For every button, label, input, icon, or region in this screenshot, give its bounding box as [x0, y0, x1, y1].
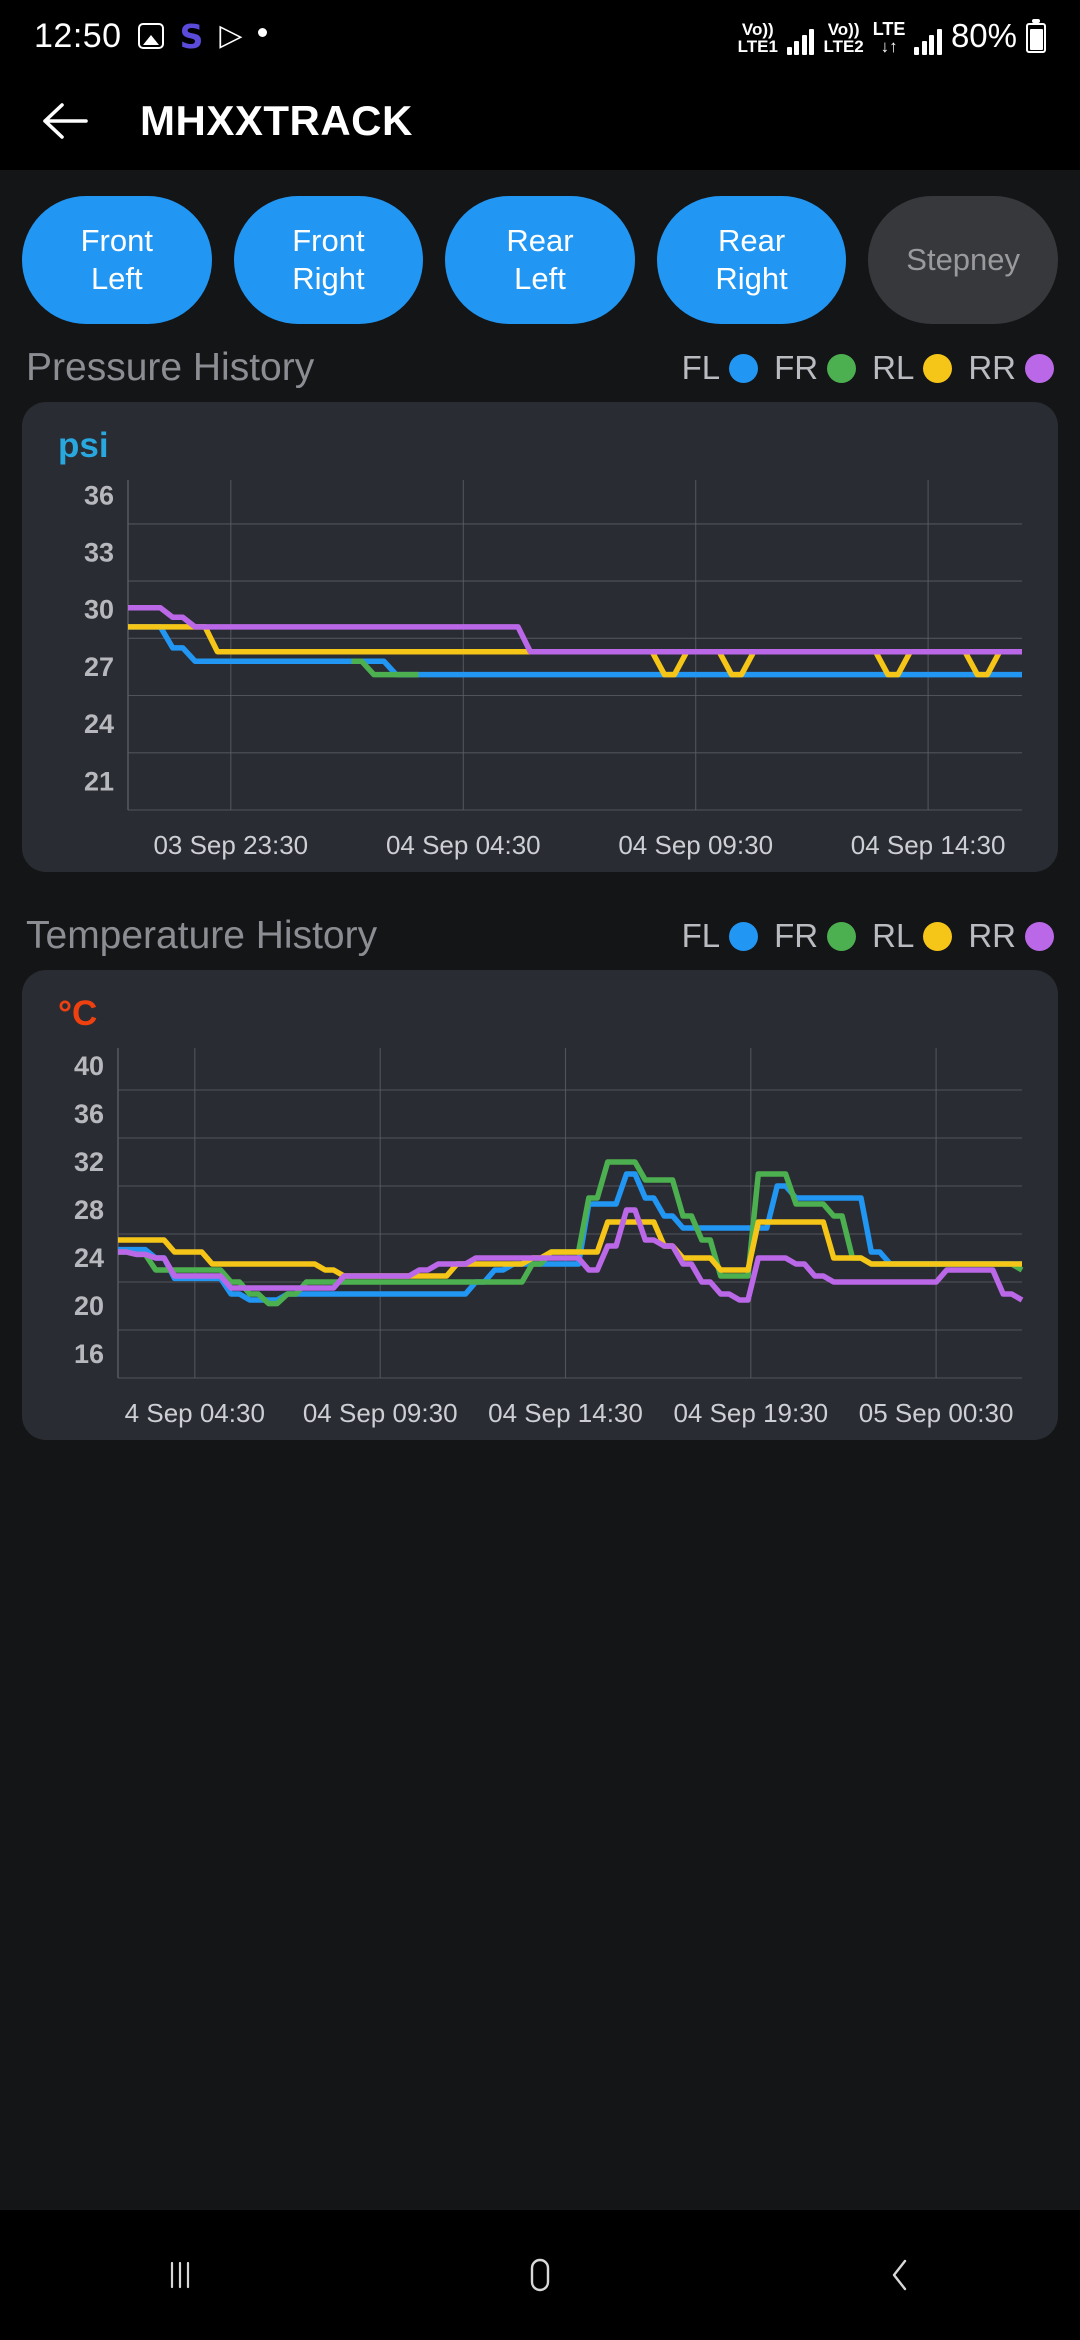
legend-label: RR [968, 917, 1016, 954]
svg-text:03 Sep 23:30: 03 Sep 23:30 [153, 830, 308, 860]
svg-text:24: 24 [74, 1243, 104, 1273]
legend-label: FR [774, 349, 819, 386]
legend-dot-fl [729, 353, 759, 383]
chip-front-left[interactable]: Front Left [22, 196, 212, 324]
dot-icon [258, 27, 268, 37]
chip-rear-right[interactable]: Rear Right [656, 196, 847, 324]
main-content: Front Left Front Right Rear Left Rear Ri… [0, 170, 1080, 2210]
legend-dot-rr [1025, 921, 1054, 951]
svg-text:04 Sep 14:30: 04 Sep 14:30 [488, 1398, 643, 1428]
chip-rear-left[interactable]: Rear Left [445, 196, 635, 324]
signal-bars-1-icon [786, 27, 815, 55]
svg-text:30: 30 [84, 595, 114, 625]
svg-text:40: 40 [74, 1051, 104, 1081]
temperature-section-header: Temperature History FL FR RL RR [0, 872, 1080, 970]
chip-label-line1: Front [292, 223, 365, 259]
legend-dot-fl [729, 921, 759, 951]
legend-item-fr: FR [774, 349, 857, 387]
recents-icon[interactable] [110, 2235, 250, 2315]
pressure-legend: FL FR RL RR [666, 349, 1054, 387]
lte-data-icon: LTE ↓↑ [872, 19, 906, 56]
chip-label-line2: Right [292, 261, 365, 296]
legend-item-rl: RL [872, 917, 953, 955]
status-bar: 12:50 S ▷ Vo)) LTE1 Vo)) LTE2 LTE ↓↑ 80% [0, 0, 1080, 72]
legend-item-rr: RR [968, 917, 1054, 955]
legend-label: FL [681, 917, 721, 954]
temperature-chart-card: °C 16 20 24 28 32 36 40 4 Sep 04:30 04 Sep 09:30… [22, 970, 1058, 1440]
svg-text:4 Sep 04:30: 4 Sep 04:30 [125, 1398, 265, 1428]
temperature-unit-label: °C [58, 994, 98, 1033]
tire-selector: Front Left Front Right Rear Left Rear Ri… [0, 170, 1080, 332]
legend-dot-rl [923, 921, 953, 951]
legend-item-rr: RR [968, 349, 1054, 387]
battery-icon [1026, 19, 1046, 53]
svg-text:33: 33 [84, 538, 114, 568]
svg-text:16: 16 [74, 1339, 104, 1369]
signal-bars-2-icon [914, 27, 942, 55]
volte-lte1-icon: Vo)) LTE1 [737, 20, 778, 56]
app-bar: MHXXTRACK [0, 72, 1080, 170]
legend-label: RR [968, 349, 1016, 386]
legend-label: FR [774, 917, 819, 954]
svg-text:05 Sep 00:30: 05 Sep 00:30 [859, 1398, 1014, 1428]
chip-label-line2: Left [514, 261, 566, 296]
svg-text:04 Sep 04:30: 04 Sep 04:30 [386, 830, 541, 860]
legend-item-fr: FR [774, 917, 857, 955]
svg-text:27: 27 [84, 652, 114, 682]
temperature-chart[interactable]: 16 20 24 28 32 36 40 4 Sep 04:30 04 Sep 09:30 04 … [40, 1034, 1040, 1434]
svg-text:04 Sep 09:30: 04 Sep 09:30 [618, 830, 773, 860]
temperature-legend: FL FR RL RR [666, 917, 1054, 955]
chip-label-line2: Right [715, 261, 788, 296]
pressure-history-title: Pressure History [26, 346, 315, 389]
chip-label-line1: Stepney [906, 242, 1021, 278]
temperature-history-title: Temperature History [26, 914, 378, 957]
pressure-chart[interactable]: 21 24 27 30 33 36 03 Sep 23:30 04 Sep 04:30 04 S… [40, 466, 1040, 866]
svg-text:04 Sep 19:30: 04 Sep 19:30 [673, 1398, 828, 1428]
legend-item-fl: FL [682, 917, 759, 955]
svg-text:32: 32 [74, 1147, 104, 1177]
volte-lte2-icon: Vo)) LTE2 [823, 20, 864, 56]
legend-label: RL [872, 349, 915, 386]
chip-label-line1: Rear [717, 223, 786, 259]
back-icon[interactable] [830, 2235, 970, 2315]
chip-label-line2: Left [90, 261, 143, 296]
svg-text:04 Sep 09:30: 04 Sep 09:30 [303, 1398, 458, 1428]
play-store-icon: ▷ [219, 19, 243, 52]
legend-label: RL [872, 917, 915, 954]
chip-front-right[interactable]: Front Right [233, 196, 424, 324]
status-clock: 12:50 [34, 16, 122, 55]
legend-dot-rl [923, 353, 953, 383]
chip-label-line1: Rear [506, 223, 574, 259]
chip-label-line1: Front [80, 223, 153, 259]
legend-dot-fr [827, 353, 857, 383]
svg-text:28: 28 [74, 1195, 104, 1225]
app-screen: 12:50 S ▷ Vo)) LTE1 Vo)) LTE2 LTE ↓↑ 80% [0, 0, 1080, 2340]
svg-text:20: 20 [74, 1291, 104, 1321]
pressure-unit-label: psi [58, 426, 109, 465]
home-icon[interactable] [470, 2235, 610, 2315]
battery-percent: 80% [950, 17, 1017, 54]
pressure-chart-card: psi 21 24 27 30 33 36 03 Sep 23:30 04 Sep 04:30… [22, 402, 1058, 872]
svg-text:21: 21 [84, 766, 114, 796]
svg-text:24: 24 [84, 709, 114, 739]
pressure-section-header: Pressure History FL FR RL RR [0, 332, 1080, 402]
legend-item-fl: FL [682, 349, 759, 387]
legend-dot-fr [827, 921, 857, 951]
svg-text:04 Sep 14:30: 04 Sep 14:30 [851, 830, 1006, 860]
svg-text:36: 36 [74, 1099, 104, 1129]
photo-icon [137, 23, 164, 49]
legend-label: FL [681, 349, 721, 386]
chip-stepney[interactable]: Stepney [868, 196, 1058, 324]
page-title: MHXXTRACK [140, 97, 413, 144]
status-bar-right: Vo)) LTE1 Vo)) LTE2 LTE ↓↑ 80% [738, 17, 1046, 55]
android-nav-bar [0, 2210, 1080, 2340]
back-arrow-icon[interactable] [42, 98, 88, 144]
samsung-s-icon: S [179, 16, 204, 56]
svg-text:36: 36 [84, 480, 114, 510]
legend-item-rl: RL [872, 349, 953, 387]
legend-dot-rr [1025, 353, 1054, 383]
status-bar-left: 12:50 S ▷ [34, 16, 268, 56]
